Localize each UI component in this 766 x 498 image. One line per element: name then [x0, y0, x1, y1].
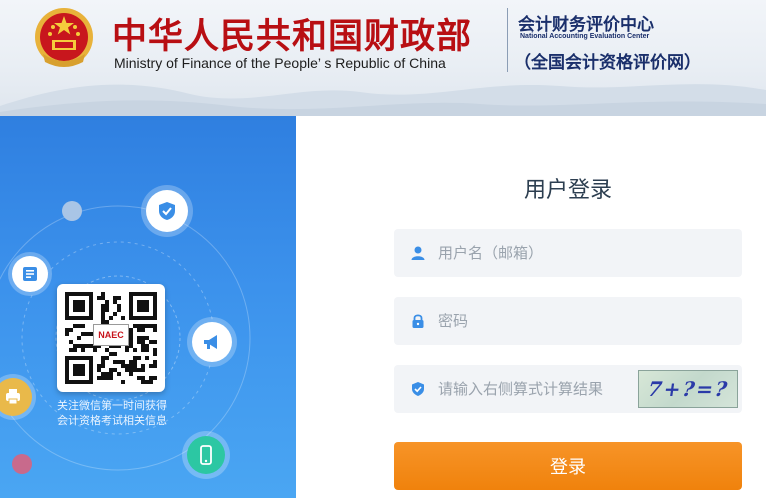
- username-input[interactable]: [438, 244, 648, 262]
- user-icon: [410, 245, 426, 261]
- qr-caption-line-2: 会计资格考试相关信息: [57, 414, 167, 427]
- captcha-text: 7+?=?: [645, 377, 731, 401]
- qr-logo-badge: NAEC: [93, 324, 129, 346]
- ministry-title: 中华人民共和国财政部: [112, 17, 473, 57]
- shield-check-icon: [410, 381, 426, 397]
- captcha-input[interactable]: [438, 380, 648, 398]
- document-icon: [12, 256, 48, 292]
- qr-caption-line-1: 关注微信第一时间获得: [57, 399, 167, 412]
- wechat-promo-panel: NAEC 关注微信第一时间获得 会计资格考试相关信息: [0, 116, 296, 498]
- center-title: 会计财务评价中心: [518, 15, 654, 35]
- header-divider: [507, 8, 508, 72]
- qr-caption: 关注微信第一时间获得 会计资格考试相关信息: [20, 398, 204, 428]
- login-title: 用户登录: [523, 178, 612, 203]
- username-field: [394, 229, 742, 277]
- shield-check-icon: [146, 190, 188, 232]
- national-emblem-icon: [35, 8, 93, 67]
- ministry-title-english: Ministry of Finance of the People’ s Rep…: [114, 55, 446, 71]
- site-header: 中华人民共和国财政部 Ministry of Finance of the Pe…: [0, 0, 766, 116]
- password-field: [394, 297, 742, 345]
- center-subtitle: （全国会计资格评价网）: [514, 53, 701, 73]
- password-input[interactable]: [438, 312, 648, 330]
- login-button[interactable]: 登录: [394, 442, 742, 490]
- mobile-phone-icon: [187, 436, 225, 474]
- megaphone-icon: [192, 322, 232, 362]
- center-title-english: National Accounting Evaluation Center: [520, 33, 650, 40]
- captcha-image[interactable]: 7+?=?: [638, 370, 738, 408]
- wechat-qr-code: NAEC: [57, 284, 165, 392]
- lock-icon: [410, 313, 426, 329]
